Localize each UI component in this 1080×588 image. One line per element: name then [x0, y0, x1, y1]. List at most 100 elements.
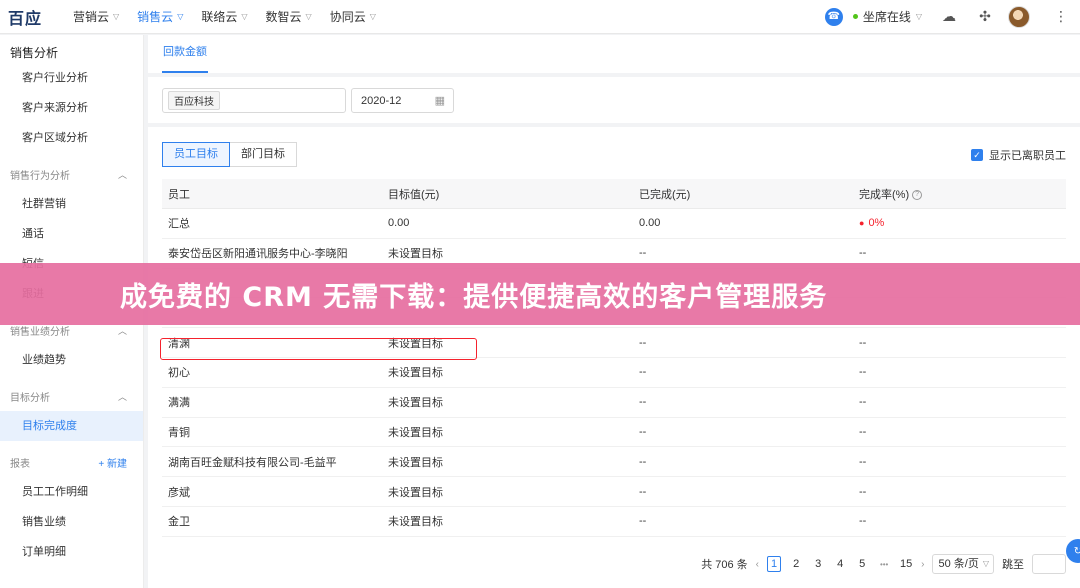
cell-rate: -- — [859, 485, 867, 498]
table-row[interactable]: 汇总 0.00 0.00 ● 0% — [162, 209, 1066, 239]
chevron-up-icon: ︿ — [117, 325, 127, 336]
sidebar-item-calls[interactable]: 通话 — [0, 219, 143, 249]
page-5[interactable]: 5 — [855, 558, 869, 570]
sidebar-item-industry[interactable]: 客户行业分析 — [0, 63, 143, 93]
sidebar-item-trend[interactable]: 业绩趋势 — [0, 345, 143, 375]
cell-target: 未设置目标 — [388, 486, 443, 499]
cell-employee: 泰安岱岳区新阳通讯服务中心-李晓阳 — [168, 248, 348, 261]
cell-employee: 彦斌 — [168, 486, 190, 499]
page-size-select[interactable]: 50 条/页 ▽ — [932, 554, 994, 574]
show-left-employees-toggle[interactable]: ✓ 显示已离职员工 — [971, 147, 1066, 163]
cell-target: 未设置目标 — [388, 516, 443, 529]
sidebar-item-staff-detail[interactable]: 员工工作明细 — [0, 477, 143, 507]
chevron-right-icon[interactable]: › — [921, 559, 924, 570]
banner-text: 成免费的 CRM 无需下载：提供便捷高效的客户管理服务 — [120, 281, 828, 313]
table-row[interactable]: 湖南百旺金赋科技有限公司-毛益平 未设置目标 -- -- — [162, 447, 1066, 478]
target-type-switch: 员工目标 部门目标 — [162, 142, 297, 167]
sidebar-item-target-completion[interactable]: 目标完成度 — [0, 411, 143, 441]
nav-item-intelligence-cloud[interactable]: 数智云 ▽ — [257, 0, 321, 34]
chevron-down-icon: ▽ — [305, 12, 312, 21]
chevron-down-icon: ▽ — [177, 12, 184, 21]
nav-label: 联络云 — [201, 10, 238, 24]
sidebar-item-order-detail[interactable]: 订单明细 — [0, 537, 143, 567]
sidebar-item-community[interactable]: 社群营销 — [0, 189, 143, 219]
tab-payment-amount[interactable]: 回款金额 — [162, 35, 208, 73]
nav-item-collab-cloud[interactable]: 协同云 ▽ — [321, 0, 385, 34]
show-left-label: 显示已离职员工 — [989, 150, 1066, 162]
sidebar-group-target[interactable]: 目标分析 ︿ — [0, 381, 143, 411]
brand-logo[interactable]: 百应 — [8, 5, 64, 29]
more-icon[interactable]: ⋮ — [1054, 8, 1068, 25]
pagination: 共 706 条 ‹ 1 2 3 4 5 ••• 15 › 50 条/页 ▽ 跳至 — [693, 554, 1066, 574]
new-report-button[interactable]: + 新建 — [98, 455, 127, 470]
jump-page-input[interactable] — [1032, 554, 1066, 574]
page-2[interactable]: 2 — [789, 558, 803, 570]
page-15[interactable]: 15 — [899, 558, 913, 570]
help-icon[interactable]: ? — [912, 189, 923, 200]
company-select[interactable]: 百应科技 — [162, 88, 346, 113]
apps-grid-icon[interactable]: ✣ — [976, 8, 994, 26]
header-completed[interactable]: 已完成(元) — [633, 186, 853, 202]
cell-completed: -- — [639, 485, 647, 498]
cell-completed: -- — [639, 396, 647, 409]
sidebar-item-sales-performance[interactable]: 销售业绩 — [0, 507, 143, 537]
cell-target: 未设置目标 — [388, 248, 443, 261]
chevron-down-icon: ▽ — [369, 12, 376, 21]
cell-target: 0.00 — [388, 217, 410, 230]
chevron-left-icon[interactable]: ‹ — [756, 559, 759, 570]
page-3[interactable]: 3 — [811, 558, 825, 570]
month-value: 2020-12 — [361, 94, 402, 107]
header-employee[interactable]: 员工 — [162, 186, 382, 202]
tab-employee-target[interactable]: 员工目标 — [162, 142, 230, 167]
chevron-up-icon: ︿ — [117, 391, 127, 402]
nav-label: 营销云 — [73, 10, 110, 24]
table-row[interactable]: 金卫 未设置目标 -- -- — [162, 507, 1066, 537]
table-header: 员工 目标值(元) 已完成(元) 完成率(%)? — [162, 179, 1066, 209]
cell-rate: -- — [859, 247, 867, 260]
company-tag[interactable]: 百应科技 — [168, 91, 220, 110]
agent-status[interactable]: 坐席在线 — [863, 8, 911, 25]
avatar[interactable] — [1008, 5, 1030, 28]
page-ellipsis[interactable]: ••• — [877, 560, 891, 569]
tab-department-target[interactable]: 部门目标 — [230, 142, 297, 167]
cell-rate: -- — [859, 396, 867, 409]
sidebar-item-region[interactable]: 客户区域分析 — [0, 123, 143, 153]
sidebar-item-source[interactable]: 客户来源分析 — [0, 93, 143, 123]
nav-label: 数智云 — [265, 10, 302, 24]
nav-item-sales-cloud[interactable]: 销售云 ▽ — [128, 0, 192, 34]
cell-employee: 满满 — [168, 397, 190, 410]
table-row[interactable]: 初心 未设置目标 -- -- — [162, 358, 1066, 388]
checkbox-checked-icon[interactable]: ✓ — [971, 149, 983, 161]
table-row[interactable]: 青铜 未设置目标 -- -- — [162, 418, 1066, 448]
cell-rate: -- — [859, 425, 867, 438]
group-label: 销售行为分析 — [10, 170, 70, 182]
phone-icon[interactable]: ☎ — [824, 7, 843, 26]
nav-label: 销售云 — [137, 10, 174, 24]
cell-employee: 汇总 — [168, 218, 190, 231]
table-row[interactable]: 满满 未设置目标 -- -- — [162, 388, 1066, 418]
promo-banner: 成免费的 CRM 无需下载：提供便捷高效的客户管理服务 — [0, 263, 1080, 325]
page-1[interactable]: 1 — [767, 556, 782, 572]
month-picker[interactable]: 2020-12 ▦ — [351, 88, 454, 113]
header-rate[interactable]: 完成率(%)? — [853, 186, 1066, 202]
chevron-down-icon[interactable]: ▽ — [916, 12, 922, 21]
cell-rate: ● 0% — [853, 217, 1066, 229]
header-rate-label: 完成率(%) — [859, 188, 910, 201]
header-target[interactable]: 目标值(元) — [382, 186, 633, 202]
chevron-down-icon: ▽ — [113, 12, 120, 21]
page-4[interactable]: 4 — [833, 558, 847, 570]
nav-item-contact-cloud[interactable]: 联络云 ▽ — [192, 0, 256, 34]
table-row[interactable]: 彦斌 未设置目标 -- -- — [162, 477, 1066, 507]
cell-completed: -- — [639, 336, 647, 349]
nav-item-marketing-cloud[interactable]: 营销云 ▽ — [64, 0, 128, 34]
cell-employee: 金卫 — [168, 516, 190, 529]
cell-employee: 湖南百旺金赋科技有限公司-毛益平 — [168, 456, 337, 469]
group-label: 报表 — [10, 458, 30, 470]
top-navbar: 百应 营销云 ▽ 销售云 ▽ 联络云 ▽ 数智云 ▽ 协同云 ▽ ☎ 坐席在线 ▽ ☁ ✣… — [0, 0, 1080, 34]
cell-rate: -- — [859, 455, 867, 468]
cell-target: 未设置目标 — [388, 426, 443, 439]
sidebar-group-behavior[interactable]: 销售行为分析 ︿ — [0, 159, 143, 189]
cloud-download-icon[interactable]: ☁ — [940, 8, 958, 26]
cell-completed: -- — [639, 366, 647, 379]
table-card: 员工目标 部门目标 ✓ 显示已离职员工 员工 目标值(元) 已完成(元) 完成率… — [148, 127, 1080, 588]
